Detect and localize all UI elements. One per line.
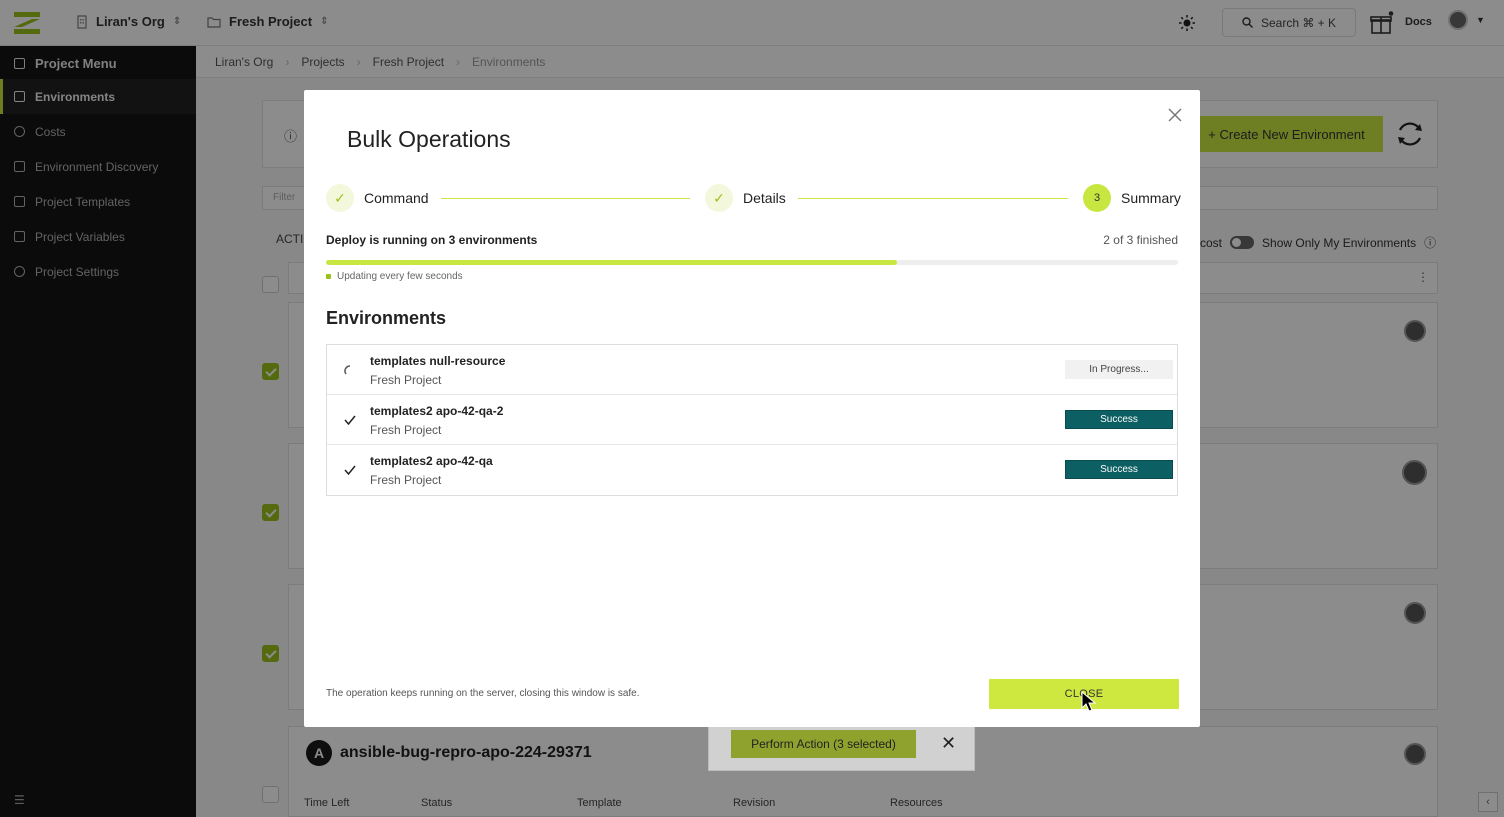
close-icon[interactable]: ✕ <box>941 733 956 754</box>
step-connector <box>441 198 690 199</box>
bulk-operations-modal: Bulk Operations ✓ Command ✓ Details 3 Su… <box>304 90 1200 727</box>
step-connector <box>798 198 1068 199</box>
progress-bar <box>326 260 1178 265</box>
mouse-cursor-icon <box>1081 691 1097 712</box>
environment-name: templates2 apo-42-qa <box>370 454 493 468</box>
close-icon <box>1168 108 1182 126</box>
progress-label: Deploy is running on 3 environments <box>326 233 538 247</box>
environment-project: Fresh Project <box>370 473 442 487</box>
status-badge: In Progress... <box>1065 360 1173 379</box>
environment-project: Fresh Project <box>370 423 442 437</box>
check-icon <box>343 413 357 427</box>
environment-project: Fresh Project <box>370 373 442 387</box>
environment-name: templates2 apo-42-qa-2 <box>370 404 504 418</box>
modal-close-button[interactable] <box>1168 108 1182 122</box>
perform-action-button[interactable]: Perform Action (3 selected) <box>731 730 916 758</box>
safe-close-note: The operation keeps running on the serve… <box>326 688 640 699</box>
list-item: templates2 apo-42-qa-2 Fresh Project Suc… <box>327 395 1177 445</box>
updating-indicator: Updating every few seconds <box>326 271 463 282</box>
status-badge: Success <box>1065 460 1173 479</box>
modal-title: Bulk Operations <box>347 126 511 152</box>
stepper: ✓ Command ✓ Details 3 Summary <box>326 184 1181 214</box>
check-icon: ✓ <box>326 184 354 212</box>
spinner-icon <box>343 363 357 377</box>
step-command: ✓ Command <box>326 184 429 212</box>
check-icon: ✓ <box>705 184 733 212</box>
step-summary: 3 Summary <box>1083 184 1181 212</box>
status-badge: Success <box>1065 410 1173 429</box>
step-number: 3 <box>1083 184 1111 212</box>
environments-heading: Environments <box>326 308 447 328</box>
list-item: templates2 apo-42-qa Fresh Project Succe… <box>327 445 1177 495</box>
environment-name: templates null-resource <box>370 354 506 368</box>
progress-count: 2 of 3 finished <box>1103 233 1178 247</box>
step-details: ✓ Details <box>705 184 786 212</box>
environments-list: templates null-resource Fresh Project In… <box>326 344 1178 496</box>
progress-bar-fill <box>326 260 897 265</box>
list-item: templates null-resource Fresh Project In… <box>327 345 1177 395</box>
status-dot-icon <box>326 274 331 279</box>
check-icon <box>343 463 357 477</box>
